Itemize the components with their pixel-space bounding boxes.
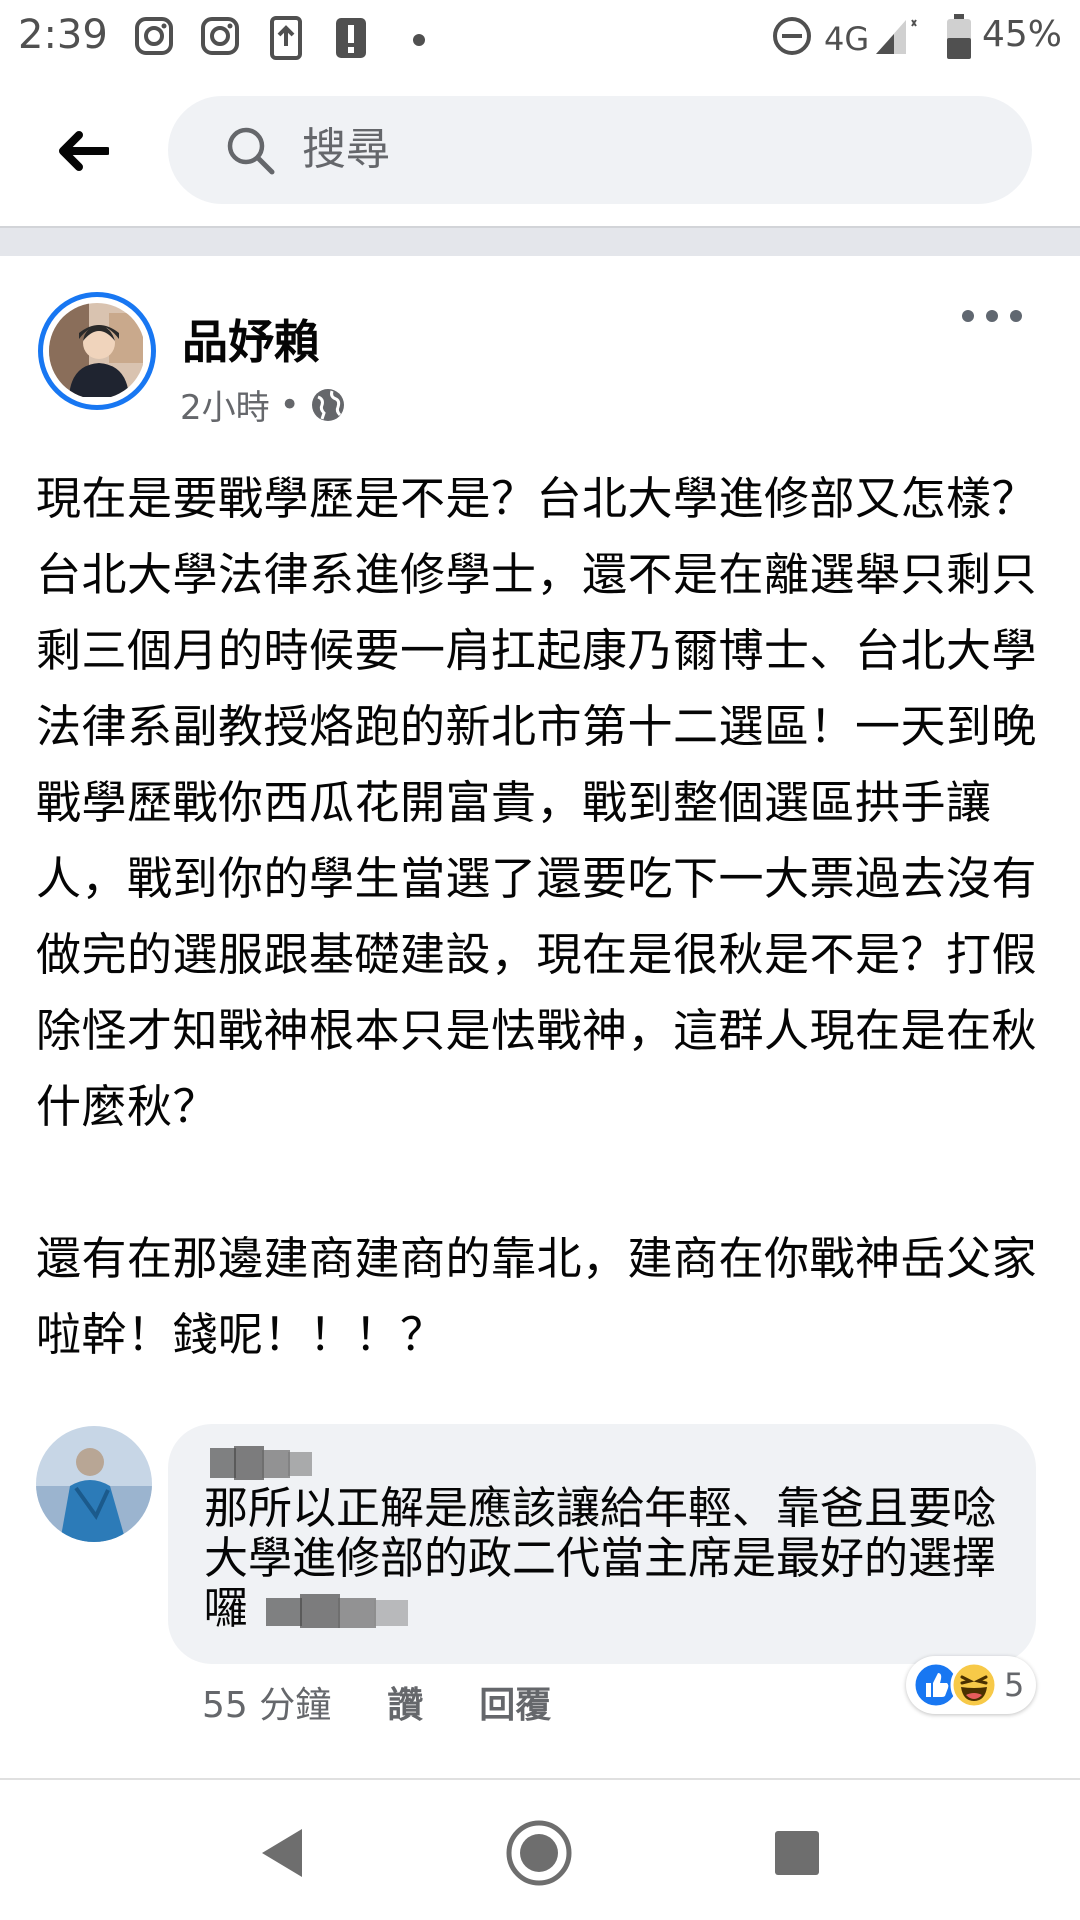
instagram-icon [200,16,240,60]
home-circle-icon [506,1820,572,1886]
back-button[interactable] [48,116,118,186]
nav-home-button[interactable] [494,1808,584,1898]
comment-time[interactable]: 55 分鐘 [202,1676,331,1728]
like-button[interactable]: 讚 [387,1676,423,1728]
alert-icon [336,16,366,64]
status-time: 2:39 [18,12,108,58]
back-triangle-icon [262,1829,302,1877]
back-arrow-icon [59,131,109,171]
search-placeholder: 搜尋 [302,124,390,175]
post-meta: 2小時 • [180,380,346,429]
reactions-summary[interactable]: 5 [906,1656,1037,1714]
commenter-name-redacted [206,1442,316,1484]
section-divider [0,226,1080,256]
more-dot-icon [962,310,974,322]
system-nav-bar [0,1778,1080,1920]
redacted-text [262,1590,412,1632]
comment-actions: 55 分鐘 讚 回覆 [202,1676,551,1728]
battery-level: 45% [982,14,1063,55]
nav-recents-button[interactable] [752,1808,842,1898]
more-dot-icon [1010,310,1022,322]
more-options-button[interactable] [962,306,1022,326]
do-not-disturb-icon [772,16,812,60]
meta-separator: • [279,384,300,425]
reply-button[interactable]: 回覆 [479,1676,551,1728]
nav-back-button[interactable] [236,1808,326,1898]
globe-icon [311,388,344,421]
author-avatar[interactable] [38,292,156,410]
notification-dot-icon [412,32,426,51]
recents-square-icon [775,1831,819,1875]
more-dot-icon [986,310,998,322]
commenter-avatar[interactable] [36,1426,152,1542]
search-input[interactable]: 搜尋 [168,96,1032,204]
network-label: 4G [824,20,870,58]
search-icon [224,124,276,180]
search-header: 搜尋 [0,76,1080,226]
post-time[interactable]: 2小時 [180,380,270,429]
status-bar: 2:39 4G 45% [0,0,1080,76]
haha-reaction-icon [950,1661,998,1709]
reaction-count: 5 [1004,1666,1025,1704]
upload-icon [270,16,302,64]
post-card: 品妤賴 2小時 • 現在是要戰學歷是不是？台北大學進修部又怎樣？台北大學法律系進… [0,256,1080,1776]
author-name[interactable]: 品妤賴 [182,306,320,372]
instagram-icon [134,16,174,60]
comment-text: 那所以正解是應該讓給年輕、靠爸且要唸大學進修部的政二代當主席是最好的選擇囉 [204,1484,1004,1634]
signal-icon [872,16,920,62]
post-text: 現在是要戰學歷是不是？台北大學進修部又怎樣？台北大學法律系進修學士，還不是在離選… [36,472,1038,1361]
battery-icon [946,14,972,64]
comment-bubble: 那所以正解是應該讓給年輕、靠爸且要唸大學進修部的政二代當主席是最好的選擇囉 [168,1424,1036,1664]
